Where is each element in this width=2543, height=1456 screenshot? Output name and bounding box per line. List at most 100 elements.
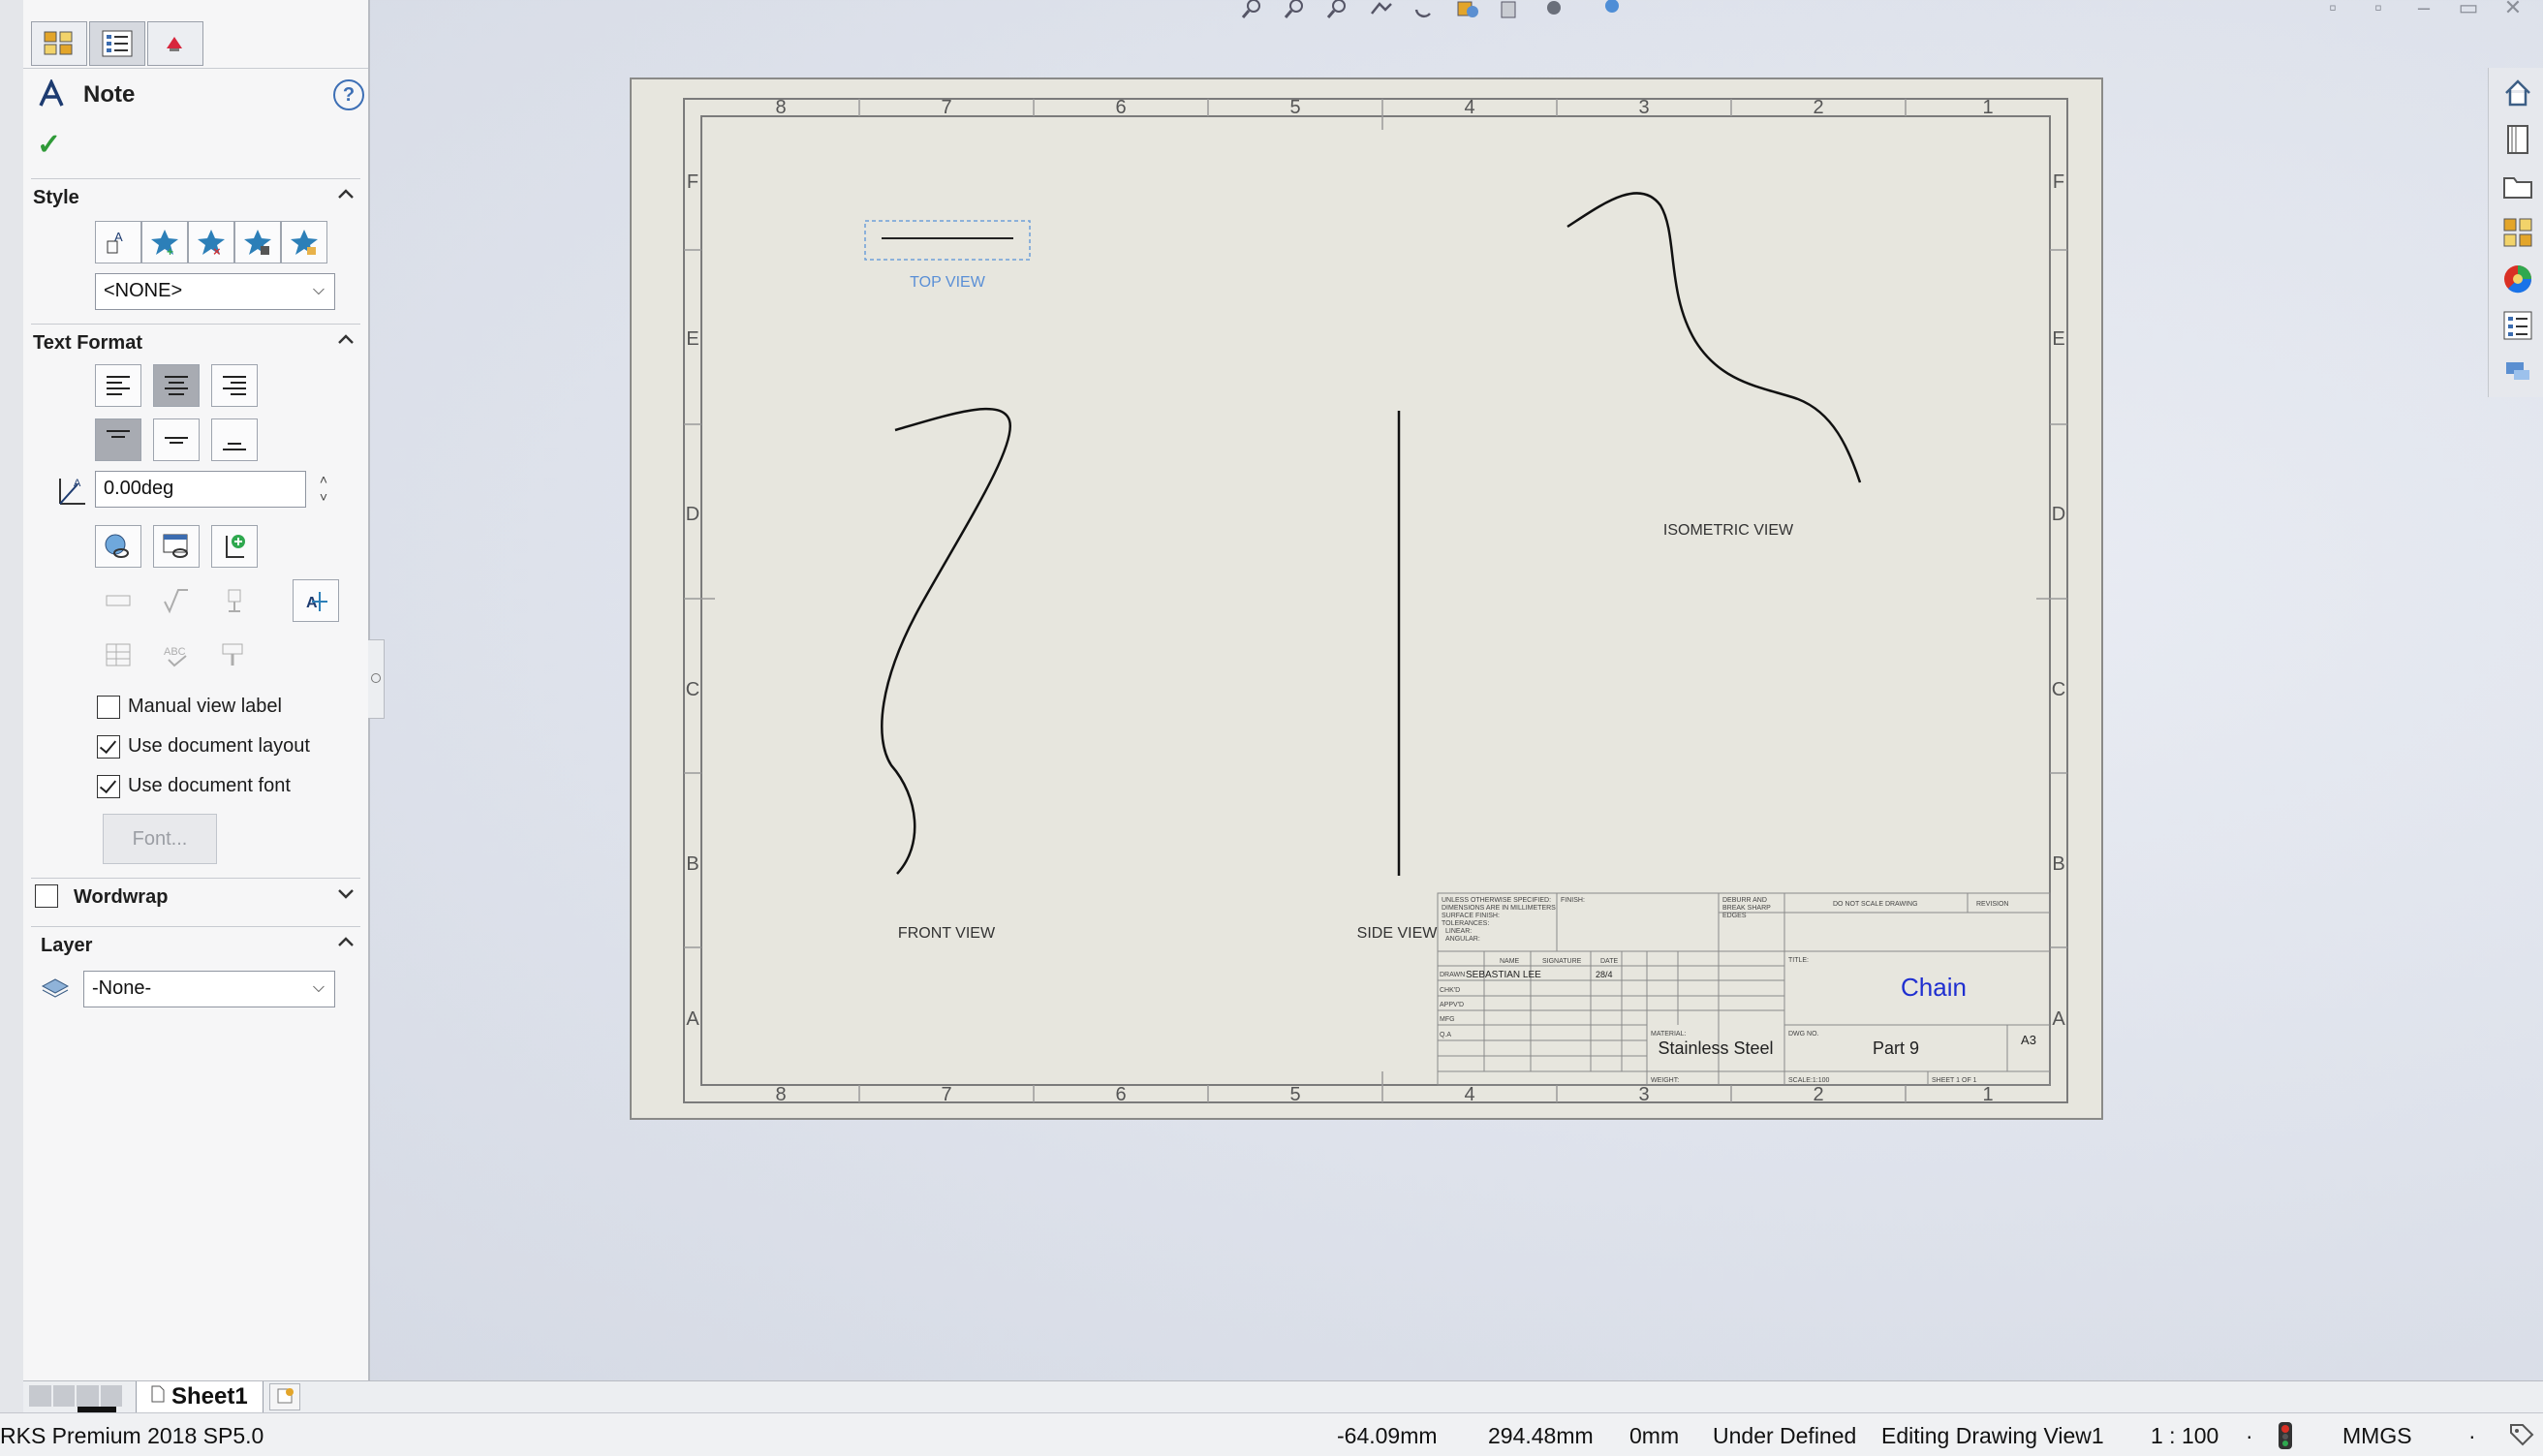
format-painter-icon: [222, 643, 243, 666]
tb-title[interactable]: Chain: [1901, 973, 1967, 1002]
help-icon[interactable]: ?: [333, 79, 364, 110]
spell-check-button[interactable]: ABC: [153, 634, 200, 676]
style-select[interactable]: <NONE> ⌵: [95, 273, 335, 310]
checkbox-box[interactable]: [97, 735, 120, 759]
front-view-geometry[interactable]: [881, 407, 1012, 875]
chevron-up-icon[interactable]: [335, 328, 357, 350]
zoom-in-out-icon[interactable]: [1325, 0, 1352, 19]
align-left-button[interactable]: [95, 364, 141, 407]
top-view-selection-box[interactable]: [864, 220, 1031, 261]
file-explorer-icon[interactable]: [2500, 169, 2535, 203]
forum-icon[interactable]: [2500, 355, 2535, 389]
tb-size: A3: [2021, 1033, 2036, 1047]
style-section-header[interactable]: Style: [31, 178, 360, 210]
layer-section-header[interactable]: Layer: [31, 926, 360, 958]
restore-pane-icon[interactable]: ▫: [2321, 0, 2344, 19]
tb-row-label: MFG: [1440, 1016, 1455, 1023]
hyperlink-icon: [163, 534, 188, 558]
scene-icon[interactable]: [1598, 0, 1626, 19]
zoom-to-fit-icon[interactable]: [1240, 0, 1267, 19]
align-middle-button[interactable]: [153, 418, 200, 461]
add-sheet-button[interactable]: [269, 1383, 300, 1410]
minimize-icon[interactable]: –: [2412, 0, 2435, 19]
checkbox-box[interactable]: [97, 775, 120, 798]
isometric-view-geometry[interactable]: [1566, 192, 1862, 483]
chevron-up-icon[interactable]: [335, 931, 357, 952]
checkbox-box[interactable]: [97, 696, 120, 719]
stack-text-button[interactable]: [95, 579, 141, 622]
appearances-icon[interactable]: [2500, 262, 2535, 296]
col-label-bottom: 5: [1289, 1084, 1300, 1105]
align-center-button[interactable]: [153, 364, 200, 407]
feature-manager-tab[interactable]: [31, 21, 87, 66]
appearance-icon[interactable]: [1540, 0, 1567, 19]
text-format-section-header[interactable]: Text Format: [31, 324, 360, 356]
align-bottom-button[interactable]: [211, 418, 258, 461]
zoom-to-area-icon[interactable]: [1283, 0, 1310, 19]
align-right-icon: [223, 376, 246, 395]
home-icon[interactable]: [2500, 76, 2535, 110]
angle-spinner[interactable]: ˄ ˅: [314, 471, 333, 508]
tb-dwg-header: DWG NO.: [1788, 1031, 1819, 1038]
wordwrap-checkbox[interactable]: [35, 884, 58, 908]
view-palette-icon[interactable]: [2500, 215, 2535, 250]
display-style-icon[interactable]: [1453, 0, 1480, 19]
close-icon[interactable]: ✕: [2501, 0, 2525, 19]
root-symbol-button[interactable]: [153, 579, 200, 622]
font-button[interactable]: Font...: [103, 814, 217, 864]
tag-icon[interactable]: [2507, 1421, 2536, 1448]
tb-signature-header: SIGNATURE: [1542, 958, 1582, 965]
sheet-tab[interactable]: Sheet1: [136, 1381, 264, 1413]
note-a-icon: [39, 79, 64, 107]
config-manager-tab[interactable]: [147, 21, 203, 66]
heads-up-view-toolbar: [1230, 0, 1676, 21]
load-style-button[interactable]: [281, 221, 327, 263]
hide-show-icon[interactable]: [1496, 0, 1523, 19]
format-painter-button[interactable]: [211, 634, 258, 676]
tb-deburr-line: EDGES: [1722, 913, 1747, 919]
wordwrap-section-header[interactable]: Wordwrap: [31, 878, 360, 914]
svg-text:A: A: [74, 478, 81, 489]
hyperlink-button[interactable]: [153, 525, 200, 568]
add-style-button[interactable]: +: [141, 221, 188, 263]
maximize-icon[interactable]: ▭: [2457, 0, 2480, 19]
pan-icon[interactable]: [1368, 0, 1395, 19]
tb-note-line: LINEAR:: [1445, 928, 1472, 935]
align-right-button[interactable]: [211, 364, 258, 407]
top-view-label[interactable]: TOP VIEW: [910, 274, 986, 291]
chevron-down-icon[interactable]: [335, 883, 357, 904]
isometric-view-label[interactable]: ISOMETRIC VIEW: [1663, 522, 1794, 539]
ok-check-icon[interactable]: ✓: [37, 128, 61, 162]
save-style-button[interactable]: [234, 221, 281, 263]
tile-pane-icon[interactable]: ▫: [2367, 0, 2390, 19]
angle-input[interactable]: 0.00deg: [95, 471, 306, 508]
panel-resize-handle[interactable]: [368, 639, 385, 719]
align-top-button[interactable]: [95, 418, 141, 461]
tb-name-header: NAME: [1500, 958, 1520, 965]
align-bottom-icon: [223, 443, 246, 450]
drawing-sheet[interactable]: 8 7 6 5 4 3 2 1 8 7 6 5 4 3 2 1 F E D C …: [630, 77, 2103, 1120]
row-label-left: F: [687, 171, 698, 193]
apply-style-button[interactable]: A: [95, 221, 141, 263]
table-anchor-button[interactable]: [95, 634, 141, 676]
sheet-scroll-arrows[interactable]: [29, 1385, 122, 1407]
custom-properties-icon[interactable]: [2500, 308, 2535, 343]
front-view-label[interactable]: FRONT VIEW: [898, 925, 996, 942]
delete-style-button[interactable]: ×: [188, 221, 234, 263]
design-library-icon[interactable]: [2500, 122, 2535, 157]
col-label-bottom: 7: [941, 1084, 951, 1105]
center-mark-button[interactable]: A: [293, 579, 339, 622]
link-property-button[interactable]: [95, 525, 141, 568]
side-view-label[interactable]: SIDE VIEW: [1357, 925, 1439, 942]
rebuild-status-icon[interactable]: [2277, 1421, 2294, 1450]
panel-tab-bar: [23, 0, 368, 69]
status-scale[interactable]: 1 : 100: [2151, 1423, 2218, 1449]
chevron-up-icon[interactable]: [335, 183, 357, 204]
add-symbol-button[interactable]: [211, 525, 258, 568]
property-manager-tab[interactable]: [89, 21, 145, 66]
status-units[interactable]: MMGS: [2342, 1423, 2412, 1449]
outer-border: [683, 98, 2068, 1103]
datum-button[interactable]: [211, 579, 258, 622]
layer-select[interactable]: -None- ⌵: [83, 971, 335, 1007]
rotate-view-icon[interactable]: [1411, 0, 1438, 19]
